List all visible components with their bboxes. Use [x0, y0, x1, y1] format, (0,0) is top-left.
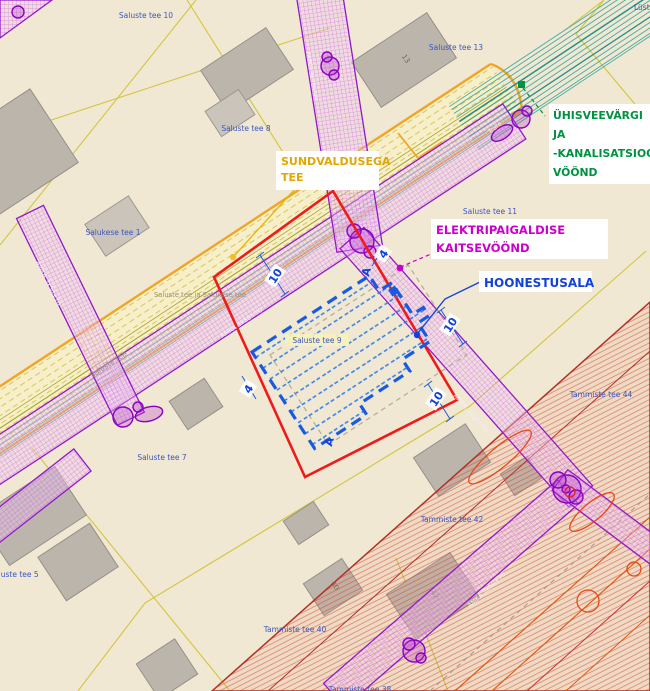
planning-map-canvas[interactable]: 13 40 42	[0, 0, 650, 691]
leader-point	[518, 81, 525, 88]
callout-text: ELEKTRIPAIGALDISE	[436, 223, 565, 237]
leader-point	[397, 265, 404, 272]
callout-text: JA	[552, 128, 566, 141]
parcel-label: Salukese tee 1	[85, 228, 140, 237]
road-name-label: Saluste tee ja Salukese tee	[154, 291, 246, 299]
parcel-label: Saluste tee 8	[221, 124, 271, 133]
parcel-label: Saluste tee 13	[429, 43, 483, 52]
callout-text: KAITSEVÖÖND	[436, 240, 530, 255]
parcel-label: Saluste tee 5	[0, 570, 39, 579]
callout-text: -KANALISATSIOONI	[553, 147, 650, 160]
callout-text: VÖÖND	[553, 165, 598, 179]
parcel-label: Saluste tee 10	[119, 11, 173, 20]
parcel-label: Tammiste tee 40	[263, 625, 327, 634]
parcel-label: Tammiste tee 38	[328, 685, 392, 691]
callout-text: TEE	[281, 171, 304, 184]
parcel-label: Tammiste tee 42	[420, 515, 484, 524]
parcel-label: Saluste tee 11	[463, 207, 517, 216]
parcel-label: Tammiste tee 44	[569, 390, 633, 399]
callout-text: HOONESTUSALA	[484, 276, 595, 290]
hoonestusala-point	[414, 332, 420, 338]
parcel-label: Saluste tee 9	[292, 336, 342, 345]
parcel-label: Saluste tee 7	[137, 453, 187, 462]
planning-map: 13 40 42	[0, 0, 650, 691]
callout-text: ÜHISVEEVÄRGI	[553, 108, 643, 122]
callout-text: SUNDVALDUSEGA	[281, 155, 391, 168]
leader-point	[230, 254, 236, 260]
parcel-label: Lüst	[634, 3, 650, 12]
